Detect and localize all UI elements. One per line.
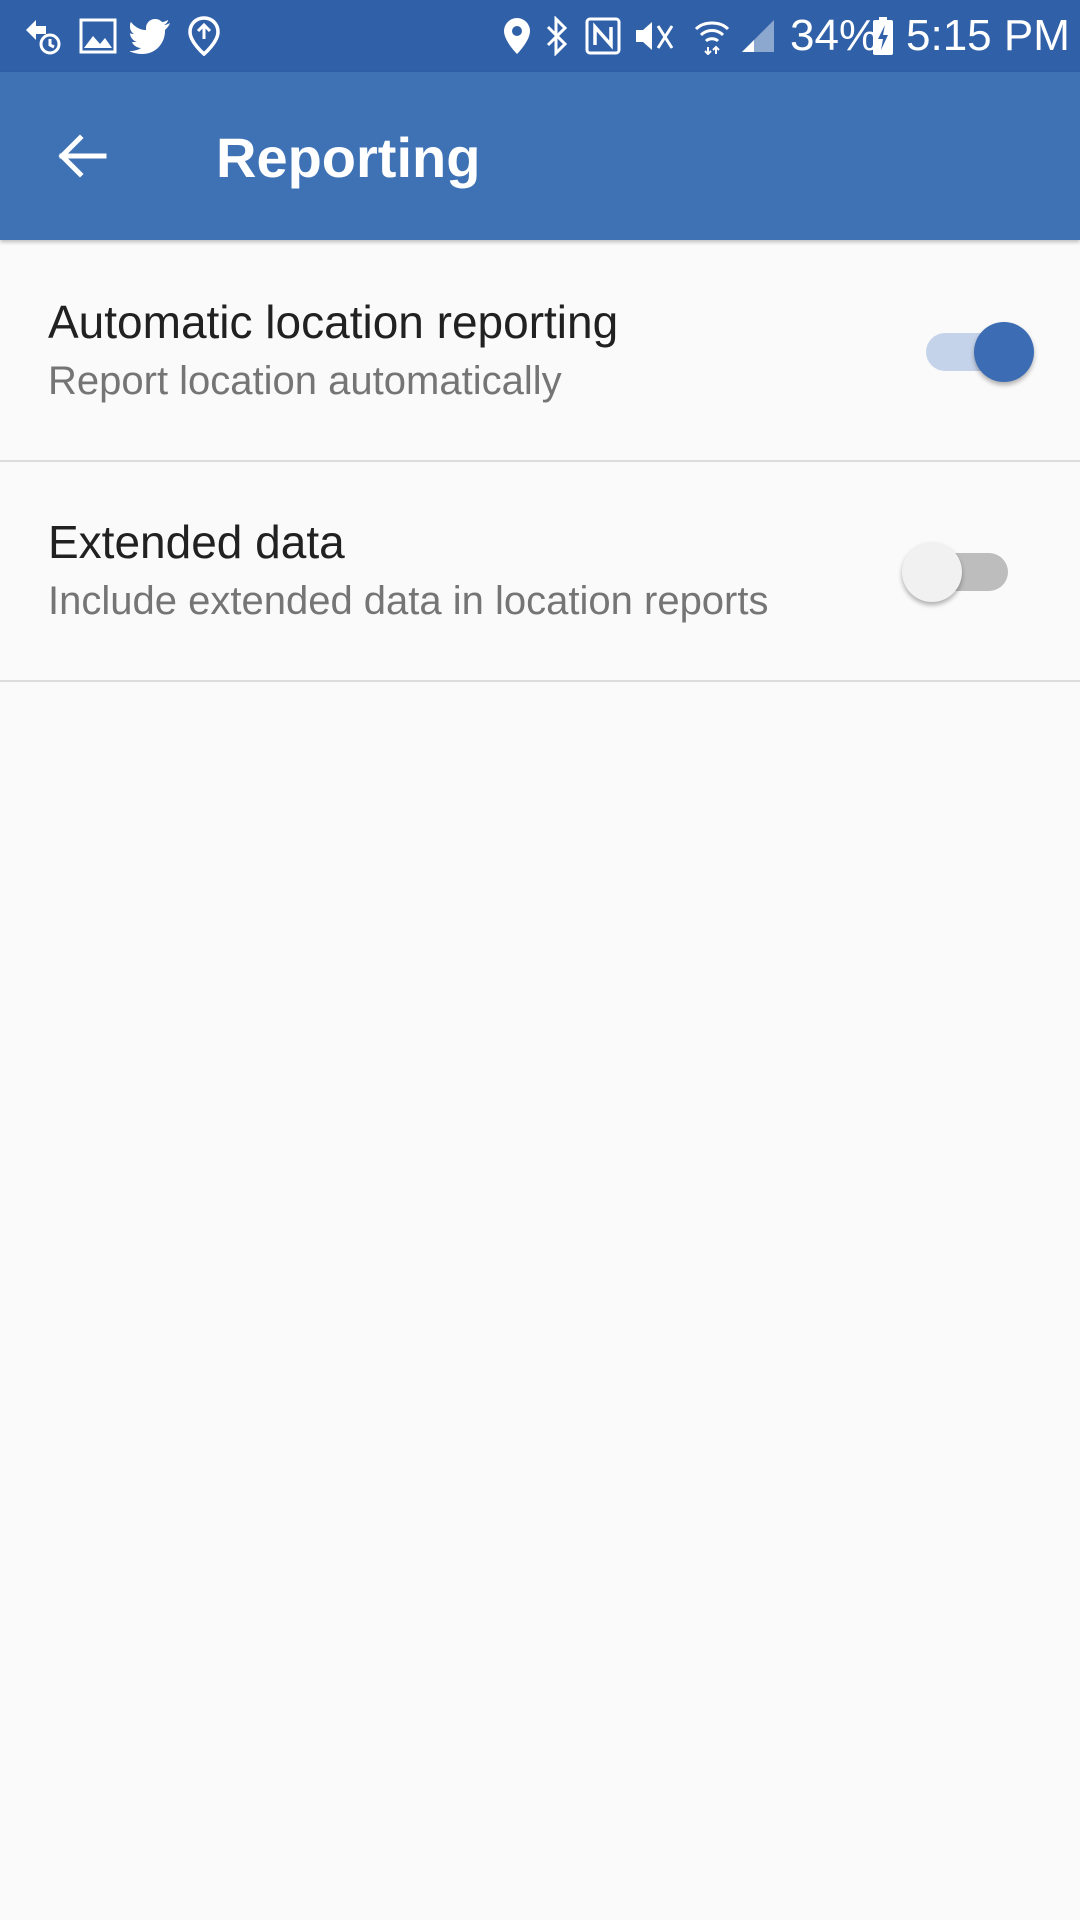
battery-percent: 34% (790, 11, 879, 60)
setting-extended-data[interactable]: Extended data Include extended data in l… (0, 462, 1080, 682)
extended-data-toggle[interactable] (902, 532, 1022, 612)
signal-icon (738, 14, 778, 58)
battery-charging-icon (870, 14, 896, 58)
mute-icon (632, 14, 676, 58)
automatic-location-reporting-toggle[interactable] (916, 312, 1036, 392)
setting-summary: Include extended data in location report… (48, 579, 769, 623)
wifi-icon (692, 14, 732, 58)
setting-summary: Report location automatically (48, 359, 562, 403)
settings-list: Automatic location reporting Report loca… (0, 242, 1080, 682)
setting-automatic-location-reporting[interactable]: Automatic location reporting Report loca… (0, 242, 1080, 462)
status-bar: 34% 5:15 PM (0, 0, 1080, 72)
location-icon (500, 14, 534, 58)
setting-title: Automatic location reporting (48, 296, 619, 348)
status-time: 5:15 PM (906, 11, 1070, 60)
sync-icon (20, 14, 64, 58)
toggle-thumb (902, 542, 962, 602)
bluetooth-icon (542, 14, 572, 58)
page-title: Reporting (216, 126, 481, 189)
back-button[interactable] (34, 110, 130, 206)
nfc-icon (584, 14, 622, 58)
arrow-back-icon (56, 130, 108, 187)
toggle-thumb (974, 322, 1034, 382)
setting-title: Extended data (48, 516, 345, 568)
twitter-icon (128, 14, 174, 58)
app-bar: Reporting (0, 72, 1080, 240)
location-pin-icon (184, 14, 224, 58)
image-icon (76, 14, 120, 58)
